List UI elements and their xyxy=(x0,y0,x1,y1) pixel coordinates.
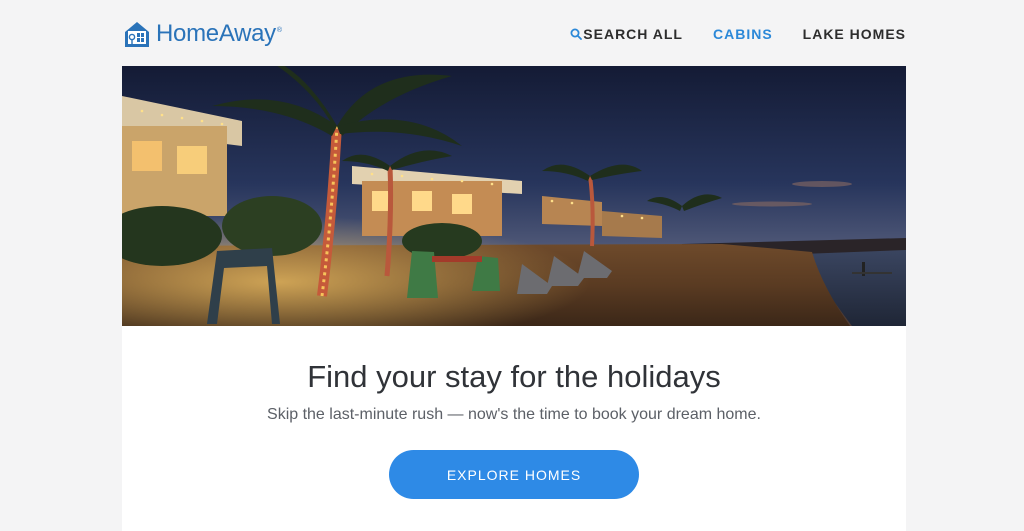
homeaway-logo[interactable]: HomeAway ® xyxy=(122,18,282,50)
nav-search-all[interactable]: SEARCH ALL xyxy=(570,26,683,42)
beach-night-scene xyxy=(122,66,906,326)
registered-mark: ® xyxy=(276,26,283,34)
logo-text: HomeAway xyxy=(156,20,276,47)
header: HomeAway ® SEARCH ALL CABINS LAKE HOMES xyxy=(122,0,906,66)
nav-lake-homes[interactable]: LAKE HOMES xyxy=(803,26,906,42)
explore-homes-button[interactable]: EXPLORE HOMES xyxy=(389,450,639,499)
search-icon xyxy=(570,28,583,40)
hero-image[interactable] xyxy=(122,66,906,326)
subheadline: Skip the last-minute rush — now's the ti… xyxy=(267,406,761,423)
headline: Find your stay for the holidays xyxy=(307,359,721,394)
top-nav: SEARCH ALL CABINS LAKE HOMES xyxy=(570,26,906,42)
nav-search-all-label: SEARCH ALL xyxy=(583,26,683,42)
nav-cabins-label: CABINS xyxy=(712,26,773,42)
nav-cabins[interactable]: CABINS xyxy=(713,26,773,42)
email-page: HomeAway ® SEARCH ALL CABINS LAKE HOMES xyxy=(0,0,1024,531)
house-logo-icon xyxy=(125,22,149,47)
content-card: Find your stay for the holidays Skip the… xyxy=(122,326,906,531)
nav-lake-homes-label: LAKE HOMES xyxy=(802,26,906,42)
